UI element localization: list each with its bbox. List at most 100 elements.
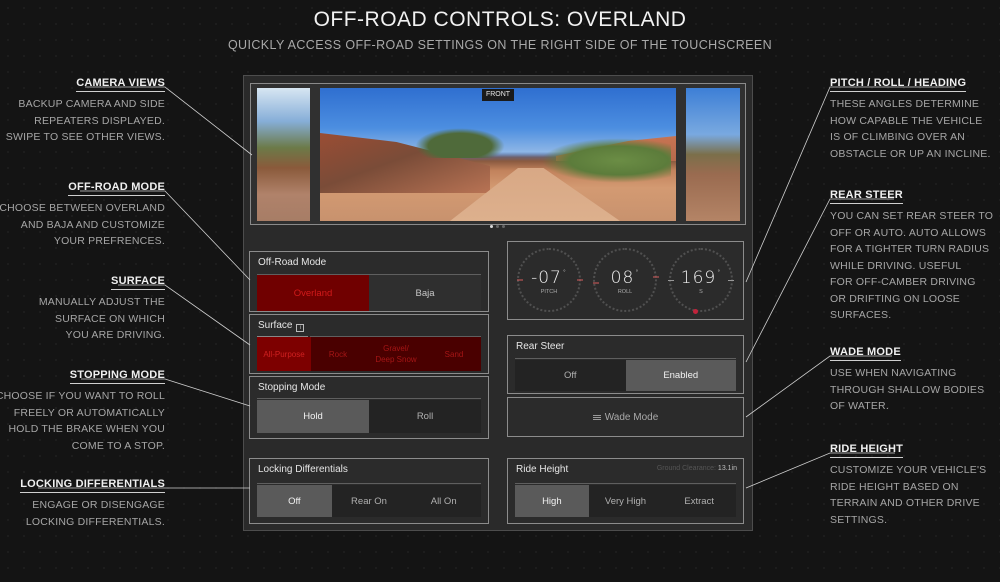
surface-card: Surface i All-Purpose Rock Gravel/Deep Sn…: [249, 314, 489, 374]
surface-selector[interactable]: All-Purpose Rock Gravel/Deep Snow Sand: [257, 337, 481, 371]
camera-right-repeater[interactable]: [686, 88, 740, 221]
annotation-body: MANUALLY ADJUST THE SURFACE ON WHICH YOU…: [39, 294, 165, 344]
off-road-mode-card: Off-Road Mode Overland Baja: [249, 251, 489, 312]
locking-differentials-option-all-on[interactable]: All On: [406, 485, 481, 517]
annotation-line: MANUALLY ADJUST THE: [38, 296, 165, 308]
ride-height-option-very-high[interactable]: Very High: [589, 485, 663, 517]
ride-height-option-extract[interactable]: Extract: [662, 485, 736, 517]
annotation-body: BACKUP CAMERA AND SIDE REPEATERS DISPLAY…: [6, 96, 165, 146]
water-icon: [592, 414, 601, 420]
annotation-heading: OFF-ROAD MODE: [68, 181, 165, 196]
annotation-line: AND BAJA AND CUSTOMIZE: [20, 218, 165, 231]
divider: [257, 398, 481, 399]
annotation-line: LOCKING DIFFERENTIALS.: [25, 515, 165, 528]
annotation-line: FREELY OR AUTOMATICALLY: [13, 406, 165, 419]
locking-differentials-card: Locking Differentials Off Rear On All On: [249, 458, 489, 524]
camera-scene-bush: [415, 128, 505, 158]
ride-height-option-high[interactable]: High: [515, 485, 589, 517]
ground-clearance: Ground Clearance: 13.1in: [657, 465, 737, 472]
annotation-line: SURFACE ON WHICH: [55, 312, 165, 325]
annotation-line: OF WATER.: [830, 400, 889, 412]
annotation-body: CHOOSE IF YOU WANT TO ROLL FREELY OR AUT…: [0, 388, 165, 454]
annotation-body: ENGAGE OR DISENGAGE LOCKING DIFFERENTIAL…: [20, 497, 165, 530]
off-road-mode-option-overland[interactable]: Overland: [257, 275, 369, 311]
annotation-heading: SURFACE: [111, 275, 165, 290]
ride-height-card: Ride Height Ground Clearance: 13.1in Hig…: [507, 458, 744, 524]
pitch-value-text: -07: [531, 268, 562, 288]
surface-option-sand[interactable]: Sand: [427, 337, 481, 371]
annotation-line: REPEATERS DISPLAYED.: [34, 114, 165, 127]
locking-differentials-option-off[interactable]: Off: [257, 485, 332, 517]
surface-title-text: Surface: [258, 320, 293, 331]
annotation-surface: SURFACE MANUALLY ADJUST THE SURFACE ON W…: [39, 271, 165, 344]
annotation-line: YOU ARE DRIVING.: [65, 329, 165, 341]
annotation-heading: STOPPING MODE: [69, 369, 165, 384]
annotation-line: HOLD THE BRAKE WHEN YOU: [8, 423, 165, 435]
surface-option-rock[interactable]: Rock: [311, 337, 365, 371]
roll-value: 08°: [590, 268, 660, 288]
camera-front[interactable]: [320, 88, 676, 221]
annotation-line: ENGAGE OR DISENGAGE: [32, 499, 165, 511]
annotation-heading: LOCKING DIFFERENTIALS: [20, 478, 165, 493]
annotation-heading: PITCH / ROLL / HEADING: [830, 77, 967, 92]
info-icon[interactable]: i: [296, 324, 305, 332]
annotation-body: USE WHEN NAVIGATING THROUGH SHALLOW BODI…: [830, 365, 984, 415]
heading-label: S: [699, 289, 703, 295]
locking-differentials-title: Locking Differentials: [258, 464, 348, 475]
annotation-body: CUSTOMIZE YOUR VEHICLE'S RIDE HEIGHT BAS…: [830, 462, 986, 528]
annotation-line: HOW CAPABLE THE VEHICLE: [830, 114, 983, 127]
stopping-mode-selector[interactable]: Hold Roll: [257, 400, 481, 433]
stopping-mode-title: Stopping Mode: [258, 382, 326, 393]
heading-indicator-dot: [693, 309, 698, 314]
annotation-locking-differentials: LOCKING DIFFERENTIALS ENGAGE OR DISENGAG…: [20, 474, 165, 530]
wade-mode-button[interactable]: Wade Mode: [507, 397, 744, 437]
ride-height-title: Ride Height: [516, 464, 569, 475]
annotation-ride-height: RIDE HEIGHT CUSTOMIZE YOUR VEHICLE'S RID…: [830, 439, 986, 528]
annotation-heading: RIDE HEIGHT: [830, 443, 904, 458]
annotation-heading: CAMERA VIEWS: [76, 77, 165, 92]
annotation-line: CHOOSE BETWEEN OVERLAND: [0, 202, 165, 214]
stopping-mode-option-roll[interactable]: Roll: [369, 400, 481, 433]
rear-steer-card: Rear Steer Off Enabled: [507, 335, 744, 394]
off-road-mode-option-baja[interactable]: Baja: [369, 275, 481, 311]
locking-differentials-option-rear-on[interactable]: Rear On: [332, 485, 407, 517]
page-dot[interactable]: [490, 225, 493, 228]
rear-steer-selector[interactable]: Off Enabled: [515, 360, 736, 391]
camera-left-repeater[interactable]: [257, 88, 310, 221]
degree-unit: °: [562, 269, 567, 276]
roll-value-text: 08: [610, 268, 635, 288]
camera-page-indicator[interactable]: [490, 225, 505, 228]
annotation-rear-steer: REAR STEER YOU CAN SET REAR STEER TO OFF…: [830, 185, 993, 324]
divider: [257, 483, 481, 484]
pitch-label: PITCH: [540, 289, 558, 295]
off-road-mode-title: Off-Road Mode: [258, 257, 327, 268]
page-title: OFF-ROAD CONTROLS: OVERLAND: [313, 8, 687, 31]
annotation-line: CHOOSE IF YOU WANT TO ROLL: [0, 390, 165, 402]
surface-title: Surface i: [258, 320, 305, 332]
annotation-off-road-mode: OFF-ROAD MODE CHOOSE BETWEEN OVERLAND AN…: [0, 177, 165, 250]
heading-value: 169°: [666, 268, 736, 288]
locking-differentials-selector[interactable]: Off Rear On All On: [257, 485, 481, 517]
page-dot[interactable]: [496, 225, 499, 228]
stopping-mode-option-hold[interactable]: Hold: [257, 400, 369, 433]
annotation-camera-views: CAMERA VIEWS BACKUP CAMERA AND SIDE REPE…: [6, 73, 165, 146]
annotation-line: SWIPE TO SEE OTHER VIEWS.: [5, 131, 165, 143]
rear-steer-option-enabled[interactable]: Enabled: [625, 360, 736, 391]
annotation-heading: WADE MODE: [830, 346, 901, 361]
degree-unit: °: [635, 269, 640, 276]
page-dot[interactable]: [502, 225, 505, 228]
annotation-line: WHILE DRIVING. USEFUL: [830, 259, 962, 272]
camera-view-label: FRONT: [482, 89, 514, 101]
off-road-mode-selector[interactable]: Overland Baja: [257, 275, 481, 311]
stopping-mode-card: Stopping Mode Hold Roll: [249, 376, 489, 439]
surface-option-all-purpose[interactable]: All-Purpose: [257, 337, 311, 371]
ride-height-selector[interactable]: High Very High Extract: [515, 485, 736, 517]
annotation-line: OBSTACLE OR UP AN INCLINE.: [830, 147, 991, 160]
rear-steer-option-off[interactable]: Off: [515, 360, 626, 391]
surface-option-gravel-deep-snow[interactable]: Gravel/Deep Snow: [365, 337, 427, 371]
annotation-body: THESE ANGLES DETERMINE HOW CAPABLE THE V…: [830, 96, 991, 162]
heading-value-text: 169: [680, 268, 717, 288]
camera-scene-bush: [541, 138, 671, 183]
wade-mode-label: Wade Mode: [604, 411, 659, 423]
annotation-line: CUSTOMIZE YOUR VEHICLE'S: [830, 464, 987, 476]
